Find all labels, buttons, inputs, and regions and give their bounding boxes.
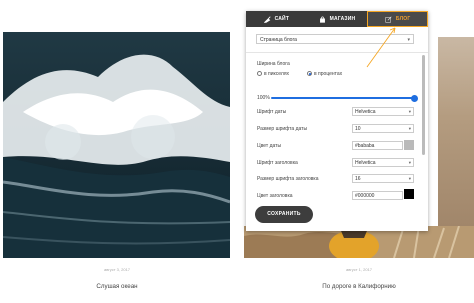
blog-width-slider[interactable]: [271, 97, 414, 99]
title-font-select[interactable]: Helvetica ▾: [352, 158, 414, 167]
panel-tabs: САЙТ МАГАЗИН БЛОГ: [246, 11, 429, 27]
ocean-wave-image: [3, 32, 230, 258]
brush-icon: [263, 15, 271, 23]
select-value: 10: [355, 126, 361, 132]
chevron-down-icon: ▾: [408, 176, 411, 181]
blog-width-value: 100%: [257, 95, 270, 101]
title-size-label: Размер шрифта заголовка: [257, 176, 319, 182]
tab-blog[interactable]: БЛОГ: [367, 11, 429, 27]
post-date: август 1, 2017: [345, 267, 373, 272]
date-font-label: Шрифт даты: [257, 109, 287, 115]
select-value: Helvetica: [355, 109, 376, 115]
date-color-swatch[interactable]: [404, 140, 414, 150]
tab-label: МАГАЗИН: [329, 16, 356, 22]
post-image-ocean[interactable]: [3, 32, 230, 258]
title-size-select[interactable]: 16 ▾: [352, 174, 414, 183]
radio-percent[interactable]: [307, 71, 312, 76]
title-font-label: Шрифт заголовка: [257, 160, 298, 166]
title-color-input[interactable]: #000000: [352, 191, 403, 200]
blog-width-label: Ширина блога: [257, 61, 290, 67]
select-value: 16: [355, 176, 361, 182]
chevron-down-icon: ▾: [408, 126, 411, 131]
page-select[interactable]: Страница блога ▾: [256, 34, 414, 44]
post-date: август 3, 2017: [103, 267, 131, 272]
panel-scrollbar[interactable]: [422, 55, 425, 155]
date-size-select[interactable]: 10 ▾: [352, 124, 414, 133]
date-color-input[interactable]: #bababa: [352, 141, 403, 150]
date-font-select[interactable]: Helvetica ▾: [352, 107, 414, 116]
chevron-down-icon: ▾: [408, 160, 411, 165]
chevron-down-icon: ▾: [408, 109, 411, 114]
tab-shop[interactable]: МАГАЗИН: [307, 11, 368, 27]
tab-label: БЛОГ: [395, 16, 411, 22]
post-image-california-edge[interactable]: [438, 37, 474, 237]
radio-pixels-label: в пикселях: [264, 71, 290, 77]
blog-settings-panel: САЙТ МАГАЗИН БЛОГ Страница блога ▾ Ширин…: [246, 11, 429, 231]
edit-icon: [385, 15, 392, 23]
post-title[interactable]: Слушая океан: [60, 283, 174, 290]
title-color-swatch[interactable]: [404, 189, 414, 199]
date-color-label: Цвет даты: [257, 143, 282, 149]
color-value: #bababa: [355, 143, 375, 149]
radio-percent-label: в процентах: [314, 71, 343, 77]
divider: [246, 52, 428, 53]
color-value: #000000: [355, 193, 375, 199]
select-value: Helvetica: [355, 160, 376, 166]
bag-icon: [319, 16, 325, 23]
tab-site[interactable]: САЙТ: [246, 11, 307, 27]
tab-label: САЙТ: [274, 16, 290, 22]
slider-handle[interactable]: [411, 94, 418, 102]
post-title[interactable]: По дороге в Калифорнию: [296, 283, 422, 290]
date-size-label: Размер шрифта даты: [257, 126, 308, 132]
radio-pixels[interactable]: [257, 71, 262, 76]
title-color-label: Цвет заголовка: [257, 193, 293, 199]
save-button[interactable]: СОХРАНИТЬ: [255, 206, 313, 223]
page-select-value: Страница блога: [260, 37, 297, 43]
chevron-down-icon: ▾: [407, 37, 410, 43]
